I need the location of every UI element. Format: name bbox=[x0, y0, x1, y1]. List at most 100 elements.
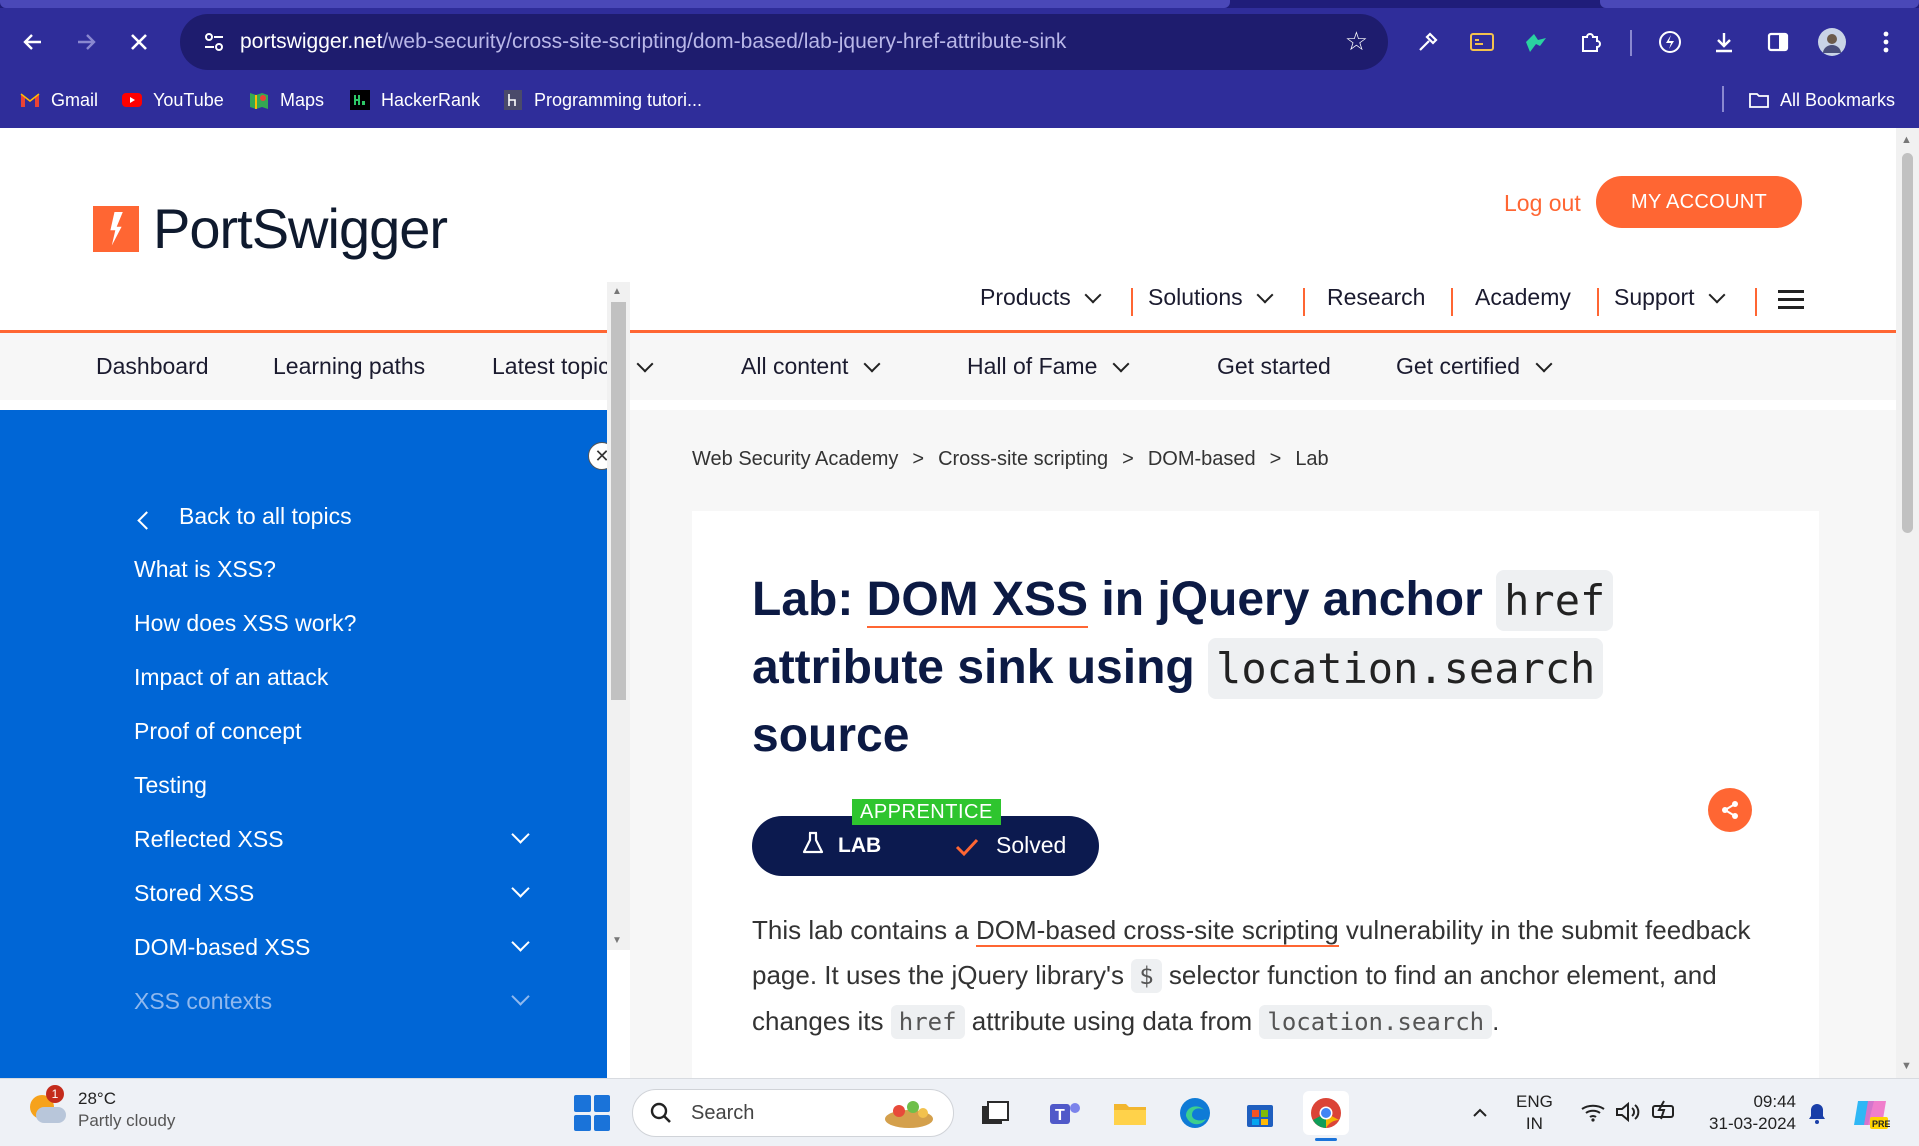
chevron-down-icon[interactable] bbox=[511, 825, 530, 844]
stop-loading-button[interactable] bbox=[119, 22, 159, 62]
nav-products[interactable]: Products bbox=[980, 284, 1102, 311]
subnav-hall-of-fame[interactable]: Hall of Fame bbox=[967, 353, 1130, 380]
chevron-down-icon[interactable] bbox=[511, 987, 530, 1006]
nav-solutions[interactable]: Solutions bbox=[1148, 284, 1274, 311]
my-account-button[interactable]: MY ACCOUNT bbox=[1596, 176, 1802, 228]
back-button[interactable] bbox=[13, 22, 53, 62]
notification-badge: 1 bbox=[46, 1085, 64, 1103]
subnav-get-started[interactable]: Get started bbox=[1217, 353, 1331, 380]
main-nav: Products Solutions Research Academy Supp… bbox=[0, 276, 1896, 326]
back-to-all-topics-link[interactable]: Back to all topics bbox=[179, 503, 352, 530]
svg-text:T: T bbox=[1055, 1107, 1065, 1124]
clock[interactable]: 09:44 31-03-2024 bbox=[1700, 1091, 1796, 1135]
nav-research[interactable]: Research bbox=[1327, 284, 1425, 311]
chevron-down-icon[interactable] bbox=[511, 879, 530, 898]
nav-support[interactable]: Support bbox=[1614, 284, 1726, 311]
close-sidebar-button[interactable]: ✕ bbox=[588, 442, 607, 470]
subnav-dashboard[interactable]: Dashboard bbox=[96, 353, 209, 380]
logout-link[interactable]: Log out bbox=[1504, 190, 1581, 217]
side-panel-icon[interactable] bbox=[1758, 22, 1798, 62]
sidebar-item-how-xss-works[interactable]: How does XSS work? bbox=[134, 610, 356, 637]
dom-based-xss-link[interactable]: DOM-based cross-site scripting bbox=[976, 915, 1339, 947]
battery-charging-icon[interactable] bbox=[1650, 1099, 1678, 1123]
bookmark-youtube[interactable]: YouTube bbox=[121, 86, 224, 114]
task-view-icon[interactable] bbox=[975, 1093, 1015, 1133]
bookmark-hackerrank[interactable]: HackerRank bbox=[349, 86, 480, 114]
address-bar[interactable]: portswigger.net/web-security/cross-site-… bbox=[180, 14, 1388, 70]
breadcrumb: Web Security Academy > Cross-site scripti… bbox=[692, 448, 1329, 471]
sidebar-item-impact[interactable]: Impact of an attack bbox=[134, 664, 328, 691]
all-bookmarks-button[interactable]: All Bookmarks bbox=[1748, 86, 1895, 114]
sidebar-item-proof-of-concept[interactable]: Proof of concept bbox=[134, 718, 302, 745]
sidebar-item-dom-based-xss[interactable]: DOM-based XSS bbox=[134, 934, 310, 961]
check-icon bbox=[955, 838, 979, 857]
performance-icon[interactable] bbox=[1650, 22, 1690, 62]
volume-icon[interactable] bbox=[1614, 1101, 1642, 1123]
bookmark-page-icon bbox=[504, 90, 522, 110]
chrome-taskbar-icon[interactable] bbox=[1303, 1091, 1349, 1141]
close-icon bbox=[131, 34, 147, 50]
windows-taskbar: 1 28°C Partly cloudy Search T ENG IN 09:… bbox=[0, 1078, 1919, 1146]
subnav-all-content[interactable]: All content bbox=[741, 353, 881, 380]
chevron-down-icon bbox=[1256, 286, 1274, 303]
bookmark-gmail[interactable]: Gmail bbox=[19, 86, 98, 114]
sidebar-item-reflected-xss[interactable]: Reflected XSS bbox=[134, 826, 284, 853]
breadcrumb-lab[interactable]: Lab bbox=[1295, 448, 1328, 471]
breadcrumb-dom-based[interactable]: DOM-based bbox=[1148, 448, 1256, 471]
sidebar-item-what-is-xss[interactable]: What is XSS? bbox=[134, 556, 276, 583]
flask-icon bbox=[802, 831, 824, 854]
extensions-puzzle-icon[interactable] bbox=[1570, 22, 1610, 62]
bookmark-programming-tutorials[interactable]: Programming tutori... bbox=[502, 86, 702, 114]
sidebar-item-testing[interactable]: Testing bbox=[134, 772, 207, 799]
weather-widget[interactable]: 1 28°C Partly cloudy bbox=[26, 1085, 175, 1133]
folder-icon bbox=[1749, 93, 1769, 108]
teams-icon[interactable]: T bbox=[1045, 1093, 1085, 1133]
subnav-learning-paths[interactable]: Learning paths bbox=[273, 353, 425, 380]
breadcrumb-web-security-academy[interactable]: Web Security Academy bbox=[692, 448, 898, 471]
url-text[interactable]: portswigger.net/web-security/cross-site-… bbox=[240, 30, 1066, 54]
weather-partly-cloudy-icon: 1 bbox=[26, 1085, 66, 1129]
download-icon[interactable] bbox=[1704, 22, 1744, 62]
level-badge: APPRENTICE bbox=[852, 799, 1001, 825]
hackerrank-icon bbox=[350, 90, 370, 110]
sidebar-item-stored-xss[interactable]: Stored XSS bbox=[134, 880, 254, 907]
language-indicator[interactable]: ENG IN bbox=[1516, 1091, 1553, 1135]
hamburger-menu-icon[interactable] bbox=[1778, 290, 1804, 310]
bookmark-maps[interactable]: Maps bbox=[248, 86, 324, 114]
bookmark-star-icon[interactable]: ☆ bbox=[1345, 26, 1368, 57]
dom-xss-link[interactable]: DOM XSS bbox=[866, 573, 1089, 628]
lab-description: This lab contains a DOM-based cross-site… bbox=[752, 908, 1772, 1045]
topics-sidebar: ✕ Back to all topics What is XSS? How do… bbox=[0, 410, 607, 1078]
bookmarks-bar: Gmail YouTube Maps HackerRank Programmin… bbox=[0, 80, 1919, 120]
copilot-icon[interactable]: PRE bbox=[1852, 1095, 1890, 1131]
site-info-icon[interactable] bbox=[196, 24, 232, 60]
chevron-up-icon[interactable] bbox=[1470, 1103, 1490, 1123]
subnav-get-certified[interactable]: Get certified bbox=[1396, 353, 1553, 380]
share-button[interactable] bbox=[1708, 788, 1752, 832]
file-explorer-icon[interactable] bbox=[1110, 1093, 1150, 1133]
wifi-icon[interactable] bbox=[1580, 1101, 1606, 1123]
temperature: 28°C bbox=[78, 1089, 116, 1108]
page-title: Lab: DOM XSS in jQuery anchor href attri… bbox=[752, 566, 1752, 769]
sidebar-item-xss-contexts[interactable]: XSS contexts bbox=[134, 988, 272, 1015]
eyedropper-icon[interactable] bbox=[1408, 22, 1448, 62]
more-menu-icon[interactable] bbox=[1866, 22, 1906, 62]
chevron-down-icon[interactable] bbox=[511, 933, 530, 952]
profile-avatar[interactable] bbox=[1812, 22, 1852, 62]
cast-icon[interactable] bbox=[1462, 22, 1502, 62]
taskbar-search[interactable]: Search bbox=[632, 1089, 954, 1137]
forward-button[interactable] bbox=[66, 22, 106, 62]
extension-bird-icon[interactable] bbox=[1516, 22, 1556, 62]
nav-academy[interactable]: Academy bbox=[1475, 284, 1571, 311]
edge-icon[interactable] bbox=[1175, 1093, 1215, 1133]
microsoft-store-icon[interactable] bbox=[1240, 1093, 1280, 1133]
chevron-left-icon bbox=[137, 511, 156, 530]
breadcrumb-cross-site-scripting[interactable]: Cross-site scripting bbox=[938, 448, 1108, 471]
notification-bell-icon[interactable] bbox=[1806, 1101, 1828, 1125]
page-scrollbar[interactable]: ▲ ▼ bbox=[1896, 128, 1919, 1078]
start-button[interactable] bbox=[574, 1095, 610, 1131]
sidebar-scrollbar[interactable]: ▲ ▼ bbox=[607, 282, 630, 950]
chevron-down-icon bbox=[1112, 355, 1130, 372]
chevron-down-icon bbox=[1084, 286, 1102, 303]
portswigger-logo[interactable]: PortSwigger bbox=[93, 196, 448, 261]
